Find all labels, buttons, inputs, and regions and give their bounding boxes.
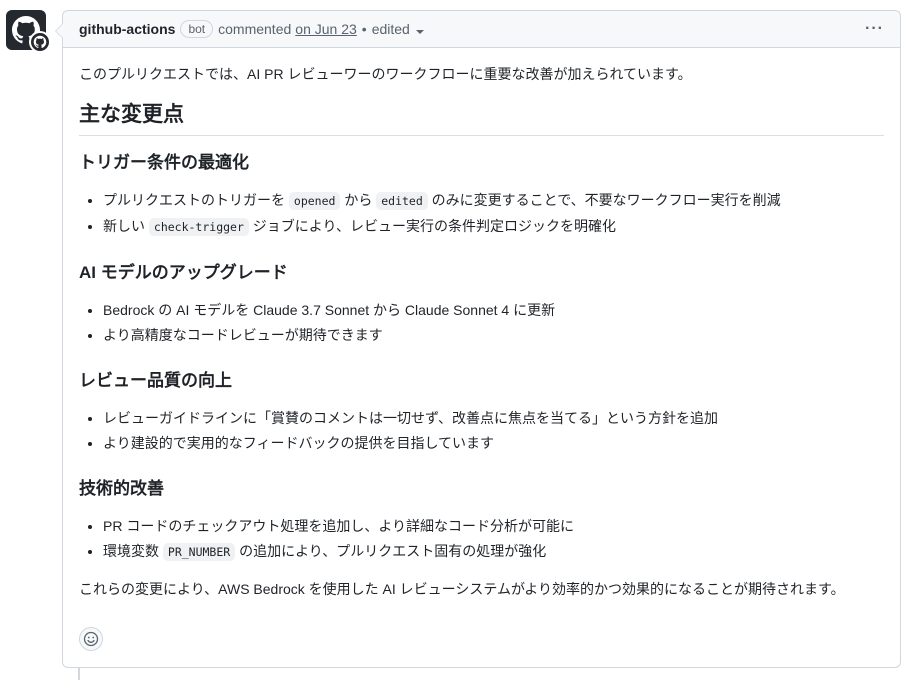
section-title: AI モデルのアップグレード (79, 263, 288, 282)
section-title: トリガー条件の最適化 (79, 153, 249, 172)
inline-code: PR_NUMBER (162, 543, 236, 561)
section-list: プルリクエストのトリガーを opened から edited のみに変更すること… (79, 190, 884, 238)
edited-dropdown[interactable]: edited (372, 21, 424, 37)
github-mark-small-icon (33, 35, 47, 49)
edited-label: edited (371, 21, 410, 37)
conclusion-paragraph: これらの変更により、AWS Bedrock を使用した AI レビューシステムが… (79, 581, 845, 597)
bot-badge: bot (180, 20, 214, 38)
list-text: 新しい (103, 218, 149, 234)
list-item: Bedrock の AI モデルを Claude 3.7 Sonnet から C… (103, 300, 884, 321)
list-text: 環境変数 (103, 543, 163, 559)
kebab-horizontal-icon[interactable]: ··· (865, 20, 884, 38)
list-text: の追加により、プルリクエスト固有の処理が強化 (235, 543, 547, 559)
list-text: から (340, 192, 377, 208)
list-item: プルリクエストのトリガーを opened から edited のみに変更すること… (103, 190, 884, 212)
list-item: 新しい check-trigger ジョブにより、レビュー実行の条件判定ロジック… (103, 216, 884, 238)
list-item: PR コードのチェックアウト処理を追加し、より詳細なコード分析が可能に (103, 516, 884, 537)
section-list: レビューガイドラインに「賞賛のコメントは一切せず、改善点に焦点を当てる」という方… (79, 408, 884, 454)
smiley-icon (83, 631, 99, 647)
list-text: プルリクエストのトリガーを (103, 192, 289, 208)
inline-code: edited (376, 192, 428, 210)
author-link[interactable]: github-actions (79, 21, 175, 37)
section-title: 技術的改善 (79, 479, 164, 498)
list-item: レビューガイドラインに「賞賛のコメントは一切せず、改善点に焦点を当てる」という方… (103, 408, 884, 429)
inline-code: check-trigger (148, 218, 249, 236)
add-reaction-button[interactable] (79, 627, 103, 651)
list-text: のみに変更することで、不要なワークフロー実行を削減 (427, 192, 781, 208)
list-item: より高精度なコードレビューが期待できます (103, 325, 884, 346)
comment-date-link[interactable]: on Jun 23 (295, 21, 357, 37)
bot-avatar-badge (29, 31, 51, 53)
comment-header: github-actions bot commented on Jun 23 •… (63, 11, 900, 48)
inline-code: opened (288, 192, 341, 210)
list-item: 環境変数 PR_NUMBER の追加により、プルリクエスト固有の処理が強化 (103, 541, 884, 563)
comment-body: このプルリクエストでは、AI PR レビューワーのワークフローに重要な改善が加え… (63, 48, 900, 600)
comment-card: github-actions bot commented on Jun 23 •… (55, 10, 901, 668)
comment-action: commented (218, 21, 292, 37)
intro-paragraph: このプルリクエストでは、AI PR レビューワーのワークフローに重要な改善が加え… (79, 66, 692, 82)
section-list: PR コードのチェックアウト処理を追加し、より詳細なコード分析が可能に 環境変数… (79, 516, 884, 563)
list-text: ジョブにより、レビュー実行の条件判定ロジックを明確化 (248, 218, 616, 234)
main-heading: 主な変更点 (79, 101, 884, 136)
chevron-down-icon (415, 30, 424, 34)
section-title: レビュー品質の向上 (79, 371, 232, 390)
header-separator: • (361, 21, 367, 37)
section-list: Bedrock の AI モデルを Claude 3.7 Sonnet から C… (79, 300, 884, 346)
list-item: より建設的で実用的なフィードバックの提供を目指しています (103, 433, 884, 454)
